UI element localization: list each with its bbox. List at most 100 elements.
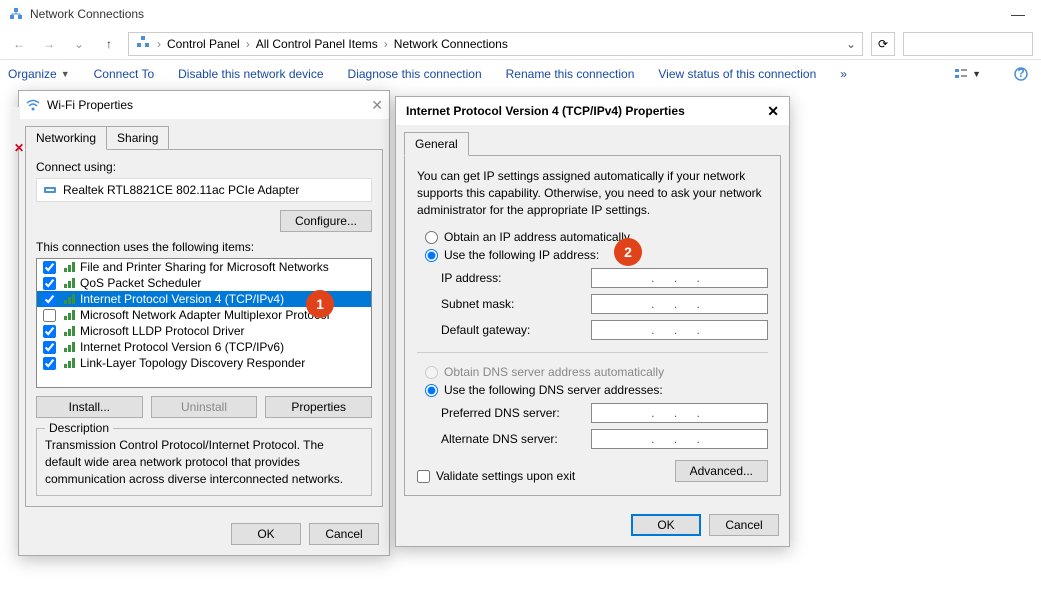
disable-device-action[interactable]: Disable this network device <box>178 67 323 81</box>
install-button[interactable]: Install... <box>36 396 143 418</box>
network-icon <box>8 6 24 22</box>
items-label: This connection uses the following items… <box>36 240 372 254</box>
advanced-button[interactable]: Advanced... <box>675 460 768 482</box>
default-gateway-input[interactable]: . . . <box>591 320 768 340</box>
item-label: QoS Packet Scheduler <box>80 276 201 290</box>
intro-text: You can get IP settings assigned automat… <box>417 168 768 218</box>
up-button[interactable]: ↑ <box>98 33 120 55</box>
properties-button[interactable]: Properties <box>265 396 372 418</box>
use-ip-radio[interactable]: Use the following IP address: <box>425 248 768 262</box>
help-button[interactable]: ? <box>1009 66 1033 82</box>
protocol-icon <box>62 340 76 354</box>
close-button[interactable]: ✕ <box>767 103 779 120</box>
item-label: Link-Layer Topology Discovery Responder <box>80 356 305 370</box>
obtain-ip-auto-radio[interactable]: Obtain an IP address automatically <box>425 230 768 244</box>
item-checkbox[interactable] <box>43 309 56 322</box>
dialog-titlebar: Wi-Fi Properties ✕ <box>19 91 389 119</box>
cancel-button[interactable]: Cancel <box>709 514 779 536</box>
toolbar: Organize ▼ Connect To Disable this netwo… <box>0 60 1041 88</box>
organize-menu[interactable]: Organize ▼ <box>8 67 70 81</box>
rename-connection-action[interactable]: Rename this connection <box>506 67 635 81</box>
ipv4-properties-dialog: Internet Protocol Version 4 (TCP/IPv4) P… <box>395 96 790 547</box>
item-label: File and Printer Sharing for Microsoft N… <box>80 260 329 274</box>
breadcrumb[interactable]: Control Panel <box>167 37 240 51</box>
network-icon <box>135 34 151 53</box>
networking-tab-body: Connect using: Realtek RTL8821CE 802.11a… <box>25 149 383 507</box>
view-options-button[interactable]: ▼ <box>949 66 985 82</box>
breadcrumb[interactable]: Network Connections <box>394 37 508 51</box>
dialog-title: Internet Protocol Version 4 (TCP/IPv4) P… <box>406 104 685 118</box>
general-tab-body: You can get IP settings assigned automat… <box>404 155 781 496</box>
wifi-icon <box>25 97 41 113</box>
protocol-icon <box>62 260 76 274</box>
protocol-icon <box>62 276 76 290</box>
chevron-right-icon[interactable]: › <box>246 37 250 51</box>
chevron-down-icon[interactable]: ⌄ <box>846 37 856 51</box>
tab-strip: Networking Sharing <box>25 125 383 149</box>
refresh-button[interactable]: ⟳ <box>871 32 895 56</box>
back-button[interactable]: ← <box>8 33 30 55</box>
item-checkbox[interactable] <box>43 357 56 370</box>
main-titlebar: Network Connections — <box>0 0 1041 28</box>
subnet-mask-input[interactable]: . . . <box>591 294 768 314</box>
forward-button[interactable]: → <box>38 33 60 55</box>
tab-networking[interactable]: Networking <box>25 126 107 150</box>
default-gateway-label: Default gateway: <box>441 323 591 337</box>
connection-items-list[interactable]: File and Printer Sharing for Microsoft N… <box>36 258 372 388</box>
connect-to-action[interactable]: Connect To <box>94 67 155 81</box>
window-controls: — <box>1003 6 1033 22</box>
ok-button[interactable]: OK <box>231 523 301 545</box>
view-status-action[interactable]: View status of this connection <box>658 67 816 81</box>
ip-address-label: IP address: <box>441 271 591 285</box>
adapter-field[interactable]: Realtek RTL8821CE 802.11ac PCIe Adapter <box>36 178 372 202</box>
protocol-icon <box>62 308 76 322</box>
diagnose-connection-action[interactable]: Diagnose this connection <box>348 67 482 81</box>
cancel-button[interactable]: Cancel <box>309 523 379 545</box>
close-button[interactable]: ✕ <box>371 97 383 114</box>
more-actions[interactable]: » <box>840 67 847 81</box>
recent-dropdown[interactable]: ⌄ <box>68 33 90 55</box>
item-label: Internet Protocol Version 4 (TCP/IPv4) <box>80 292 284 306</box>
chevron-right-icon[interactable]: › <box>384 37 388 51</box>
ok-button[interactable]: OK <box>631 514 701 536</box>
search-input[interactable] <box>903 32 1033 56</box>
minimize-button[interactable]: — <box>1003 6 1033 22</box>
description-group: Description Transmission Control Protoco… <box>36 428 372 496</box>
item-label: Microsoft LLDP Protocol Driver <box>80 324 245 338</box>
item-checkbox[interactable] <box>43 341 56 354</box>
annotation-badge-2: 2 <box>614 238 642 266</box>
window-title: Network Connections <box>30 7 144 21</box>
ip-address-input[interactable]: . . . <box>591 268 768 288</box>
dialog-titlebar: Internet Protocol Version 4 (TCP/IPv4) P… <box>396 97 789 125</box>
configure-button[interactable]: Configure... <box>280 210 372 232</box>
list-item[interactable]: Link-Layer Topology Discovery Responder <box>37 355 371 371</box>
adapter-icon <box>43 183 57 197</box>
list-item[interactable]: QoS Packet Scheduler <box>37 275 371 291</box>
use-dns-radio[interactable]: Use the following DNS server addresses: <box>425 383 768 397</box>
annotation-badge-1: 1 <box>306 290 334 318</box>
close-icon: ✕ <box>14 141 24 155</box>
tab-general[interactable]: General <box>404 132 469 156</box>
dialog-title: Wi-Fi Properties <box>47 98 133 112</box>
wifi-properties-dialog: Wi-Fi Properties ✕ Networking Sharing Co… <box>18 90 390 556</box>
svg-text:?: ? <box>1017 66 1024 80</box>
description-legend: Description <box>45 421 113 435</box>
item-checkbox[interactable] <box>43 261 56 274</box>
item-checkbox[interactable] <box>43 293 56 306</box>
item-checkbox[interactable] <box>43 325 56 338</box>
alternate-dns-input[interactable]: . . . <box>591 429 768 449</box>
chevron-right-icon[interactable]: › <box>157 37 161 51</box>
address-bar[interactable]: › Control Panel › All Control Panel Item… <box>128 32 863 56</box>
item-label: Internet Protocol Version 6 (TCP/IPv6) <box>80 340 284 354</box>
validate-settings-checkbox[interactable]: Validate settings upon exit <box>417 469 575 483</box>
list-item[interactable]: File and Printer Sharing for Microsoft N… <box>37 259 371 275</box>
preferred-dns-input[interactable]: . . . <box>591 403 768 423</box>
breadcrumb[interactable]: All Control Panel Items <box>256 37 378 51</box>
description-text: Transmission Control Protocol/Internet P… <box>45 437 363 487</box>
preferred-dns-label: Preferred DNS server: <box>441 406 591 420</box>
tab-sharing[interactable]: Sharing <box>106 126 169 150</box>
obtain-dns-auto-radio: Obtain DNS server address automatically <box>425 365 768 379</box>
item-checkbox[interactable] <box>43 277 56 290</box>
list-item[interactable]: Internet Protocol Version 6 (TCP/IPv6) <box>37 339 371 355</box>
list-item[interactable]: Microsoft LLDP Protocol Driver <box>37 323 371 339</box>
